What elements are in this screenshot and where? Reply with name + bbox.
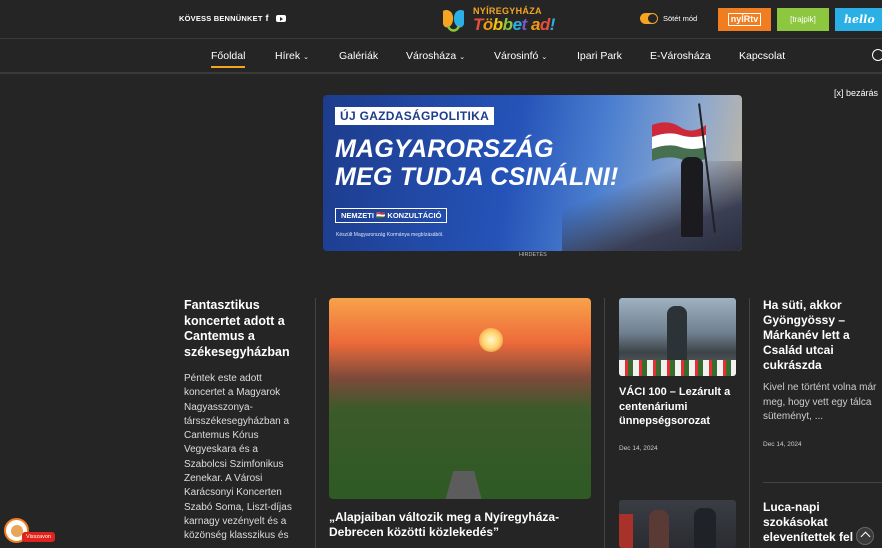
nav-fooldal[interactable]: Főoldal	[211, 50, 246, 68]
partner-nyirtv-button[interactable]: nyÍRtv	[718, 8, 771, 31]
article-excerpt: Péntek este adott koncertet a Magyarok N…	[184, 373, 292, 542]
climber-figure	[681, 157, 703, 237]
cookie-revoke-button[interactable]: Visszavon	[22, 532, 55, 542]
nav-hirek[interactable]: Hírek ⌄	[275, 50, 309, 62]
feature-image[interactable]	[329, 298, 591, 499]
ad-headline: MAGYARORSZÁG MEG TUDJA CSINÁLNI!	[335, 135, 619, 191]
ad-tag: ÚJ GAZDASÁGPOLITIKA	[335, 107, 495, 125]
ad-small-print: Készült Magyarország Kormánya megbízásáb…	[336, 232, 444, 238]
ad-consultation: NEMZETI 🇭🇺 KONZULTÁCIÓ	[335, 208, 448, 223]
sun-glow	[479, 328, 503, 352]
hungarian-flag-icon	[652, 122, 706, 161]
article-left[interactable]: Fantasztikus koncertet adott a Cantemus …	[184, 298, 296, 544]
person	[694, 508, 716, 548]
ad-banner[interactable]: ÚJ GAZDASÁGPOLITIKA MAGYARORSZÁG MEG TUD…	[323, 95, 742, 251]
article-title[interactable]: Fantasztikus koncertet adott a Cantemus …	[184, 298, 296, 360]
chevron-down-icon: ⌄	[541, 54, 548, 61]
site-logo[interactable]: NYÍREGYHÁZA Többet ad!	[440, 4, 556, 35]
article-title[interactable]: Ha süti, akkor Gyöngyössy – Márkanév let…	[763, 298, 882, 373]
chevron-down-icon: ⌄	[303, 54, 309, 61]
article-date: Dec 14, 2024	[619, 444, 658, 452]
nav-varosinfo[interactable]: Városinfó ⌄	[494, 50, 547, 62]
nav-e-varoshaza[interactable]: E-Városháza	[650, 50, 711, 62]
highway	[389, 470, 539, 499]
chevron-down-icon: ⌄	[459, 54, 466, 61]
ad-label: HIRDETÉS	[519, 252, 547, 258]
facebook-icon[interactable]: f	[262, 12, 272, 24]
column-divider	[315, 298, 316, 548]
logo-icon	[443, 10, 464, 32]
statue	[667, 306, 687, 361]
article-col3[interactable]: VÁCI 100 – Lezárult a centenáriumi ünnep…	[619, 298, 736, 452]
article-excerpt: Kivel ne történt volna már meg, hogy vet…	[763, 382, 877, 422]
article-col4[interactable]: Ha süti, akkor Gyöngyössy – Márkanév let…	[763, 298, 882, 448]
partner-trajpik-button[interactable]: [trajpik]	[777, 8, 829, 31]
top-bar: KÖVESS BENNÜNKET f NYÍREGYHÁZA Többet ad…	[0, 0, 882, 39]
column-divider	[604, 298, 605, 548]
main-nav: Főoldal Hírek ⌄ Galériák Városháza ⌄ Város…	[0, 40, 882, 74]
row-divider	[763, 482, 882, 483]
dark-mode-label: Sötét mód	[663, 14, 698, 23]
person	[649, 510, 669, 548]
article-date: Dec 14, 2024	[763, 440, 802, 448]
article-title[interactable]: VÁCI 100 – Lezárult a centenáriumi ünnep…	[619, 385, 736, 429]
wreaths	[619, 360, 736, 376]
article-thumbnail[interactable]	[619, 500, 736, 548]
scroll-top-icon[interactable]	[856, 527, 874, 545]
nav-ipari-park[interactable]: Ipari Park	[577, 50, 622, 62]
feature-title[interactable]: „Alapjaiban változik meg a Nyíregyháza-D…	[329, 510, 589, 540]
nav-galeriak[interactable]: Galériák	[339, 50, 378, 62]
red-curtain	[619, 514, 633, 548]
follow-label: KÖVESS BENNÜNKET	[179, 14, 263, 23]
logo-slogan: Többet ad!	[473, 15, 555, 34]
youtube-icon[interactable]	[276, 15, 286, 22]
partner-hello-button[interactable]: hello	[835, 8, 882, 31]
search-icon[interactable]	[872, 49, 882, 61]
nav-varoshaza[interactable]: Városháza ⌄	[406, 50, 465, 62]
nav-kapcsolat[interactable]: Kapcsolat	[739, 50, 785, 62]
column-divider	[749, 298, 750, 548]
close-ad-link[interactable]: [x] bezárás	[834, 88, 878, 98]
dark-mode-toggle[interactable]	[640, 13, 658, 24]
article-thumbnail[interactable]	[619, 298, 736, 376]
